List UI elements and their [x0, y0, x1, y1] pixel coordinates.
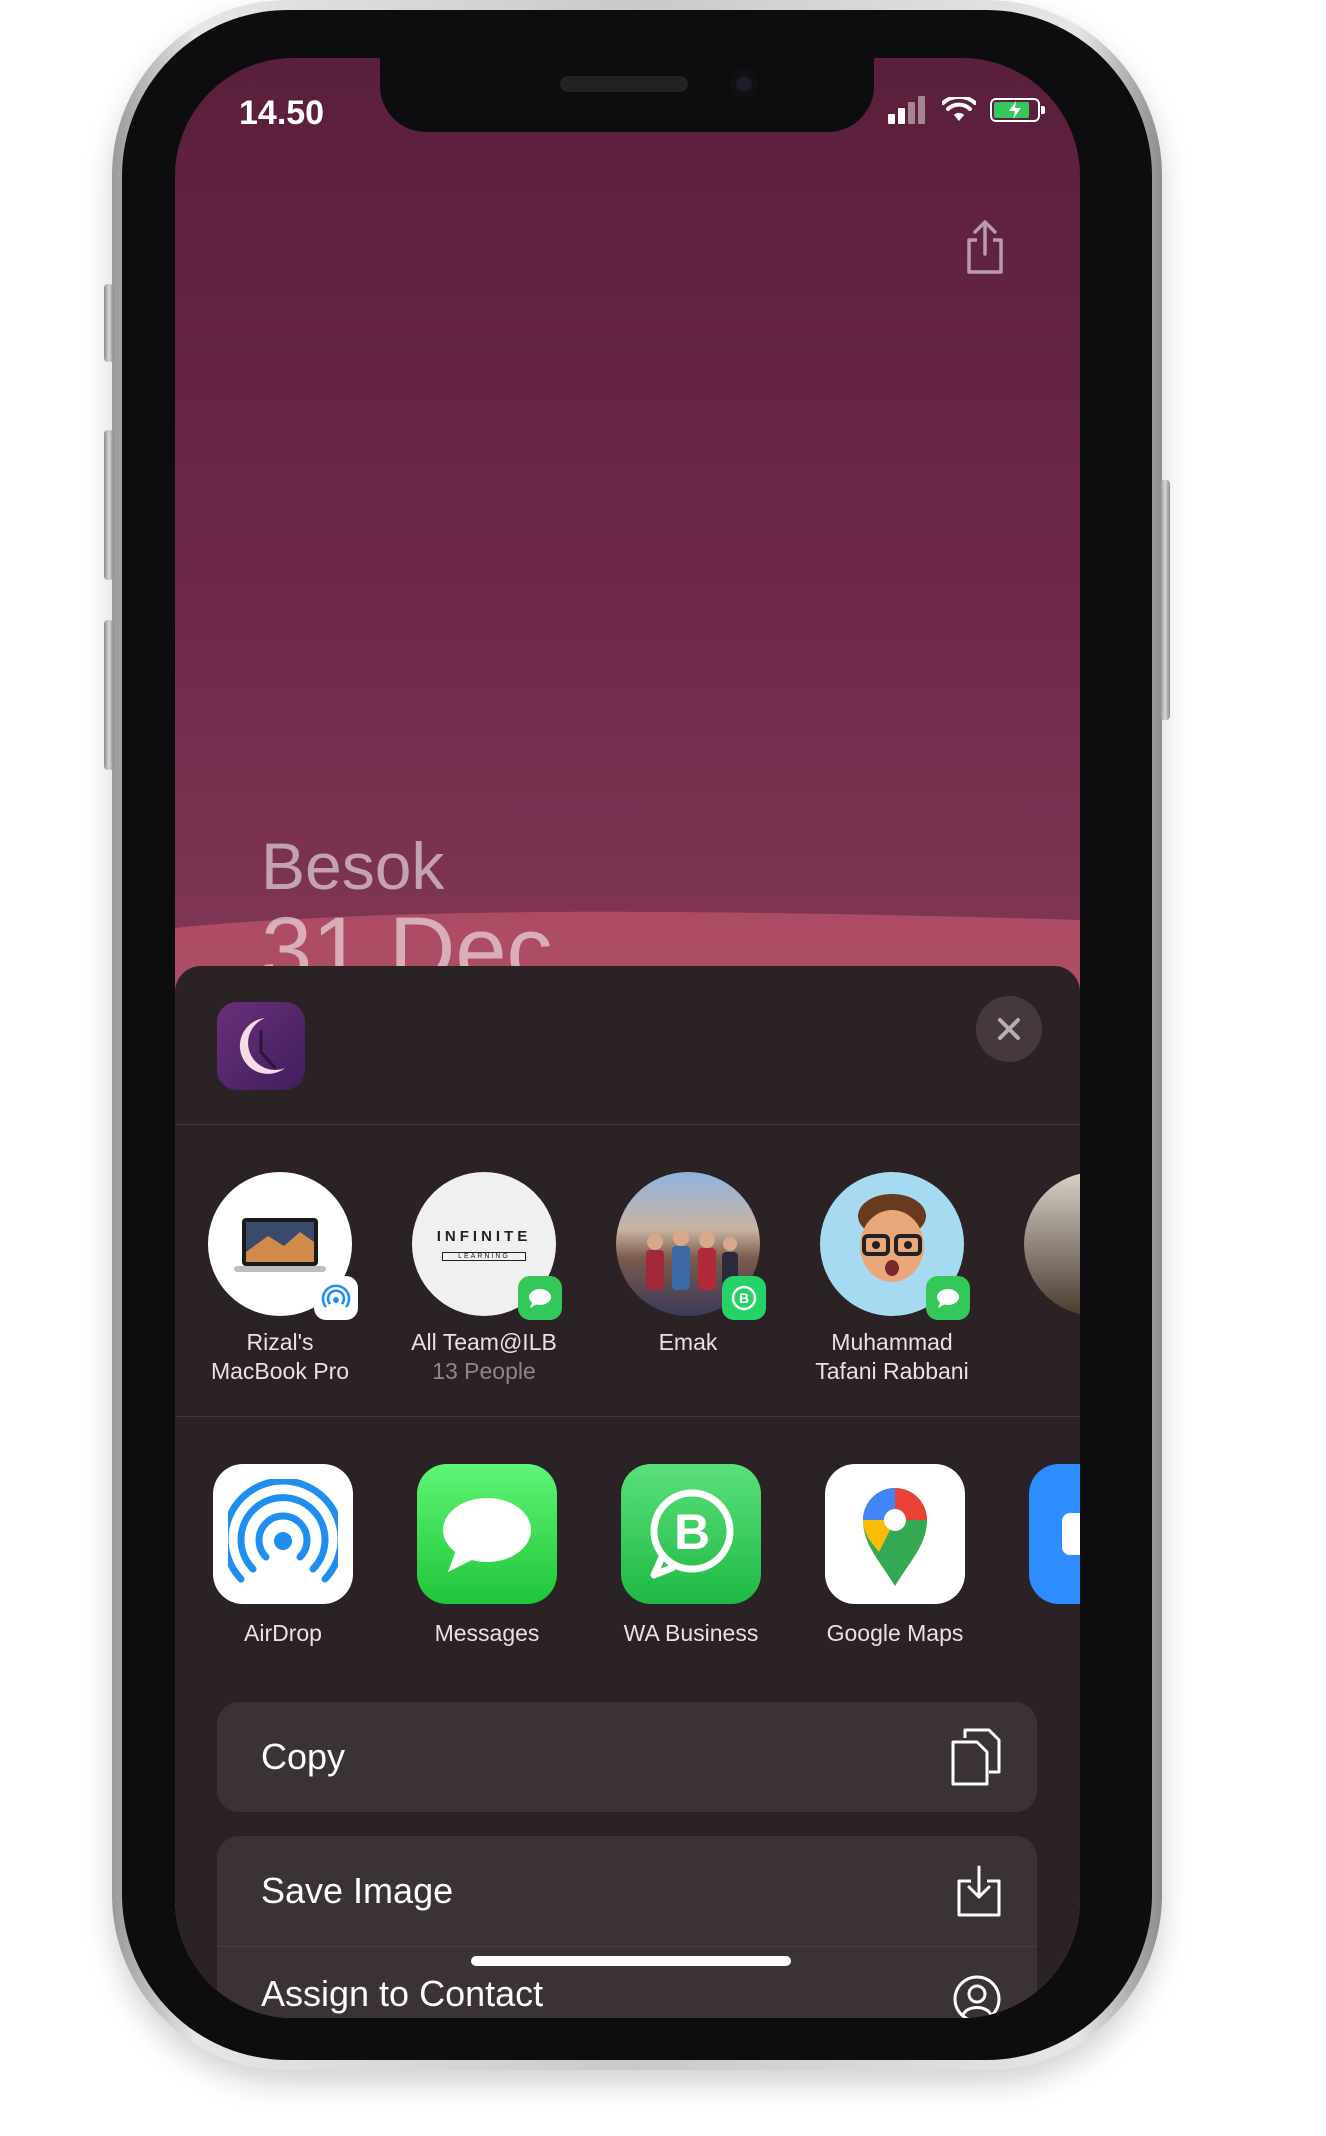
- volume-up-button: [104, 430, 114, 580]
- power-button: [1160, 480, 1170, 720]
- silent-switch: [104, 284, 114, 362]
- share-icon[interactable]: [964, 218, 1006, 276]
- action-label: Save Image: [261, 1870, 454, 1911]
- zoom-icon: [1029, 1464, 1080, 1604]
- share-sheet: Rizal's MacBook Pro INFINITE LEARNING Al…: [175, 966, 1080, 2018]
- wa-business-icon: B: [621, 1464, 761, 1604]
- app-label: Messages: [434, 1620, 540, 1646]
- person-name: Muhammad: [831, 1329, 953, 1355]
- app-label: WA Business: [623, 1620, 759, 1646]
- app-google-maps[interactable]: Google Maps: [805, 1464, 985, 1647]
- person-item-all-team[interactable]: INFINITE LEARNING All Team@ILB 13 People: [389, 1172, 579, 1386]
- airdrop-badge-icon: [314, 1276, 358, 1320]
- app-thumbnail: [217, 1002, 305, 1090]
- front-camera: [730, 70, 758, 98]
- share-apps-row: AirDrop Messages B WA Business Google Ma…: [175, 1416, 1080, 1656]
- copy-icon: [951, 1728, 1001, 1786]
- messages-badge-icon: [518, 1276, 562, 1320]
- person-name: R: [1001, 1328, 1080, 1357]
- app-messages[interactable]: Messages: [397, 1464, 577, 1647]
- save-image-action[interactable]: Save Image: [217, 1836, 1037, 1946]
- app-airdrop[interactable]: AirDrop: [193, 1464, 373, 1647]
- avatar-text-bottom: LEARNING: [442, 1252, 526, 1261]
- earpiece-speaker: [560, 76, 688, 92]
- phone-screen: 14.50 Besok 31 Dec Rizal's MacBook Pro I…: [175, 58, 1080, 2018]
- person-item-muhammad[interactable]: Muhammad Tafani Rabbani: [797, 1172, 987, 1386]
- battery-icon: [990, 98, 1045, 122]
- avatar: B: [616, 1172, 766, 1320]
- app-label: Google Maps: [826, 1620, 964, 1646]
- app-label: Z: [1009, 1620, 1080, 1647]
- person-name: Emak: [658, 1329, 718, 1355]
- wallpaper-day-label: Besok: [261, 829, 445, 903]
- share-people-row: Rizal's MacBook Pro INFINITE LEARNING Al…: [175, 1124, 1080, 1417]
- messages-icon: [417, 1464, 557, 1604]
- wifi-icon: [942, 97, 976, 121]
- action-label: Assign to Contact: [261, 1973, 544, 2014]
- contact-icon: [953, 1975, 1001, 2018]
- status-time: 14.50: [239, 94, 325, 132]
- share-sheet-header: [175, 966, 1080, 1125]
- app-wa-business[interactable]: B WA Business: [601, 1464, 781, 1647]
- messages-badge-icon: [926, 1276, 970, 1320]
- person-name-line2: A: [1001, 1357, 1080, 1386]
- wa-business-badge-icon: B: [722, 1276, 766, 1320]
- airdrop-icon: [213, 1464, 353, 1604]
- person-item-partial[interactable]: R A: [1001, 1172, 1080, 1386]
- person-item-emak[interactable]: B Emak: [593, 1172, 783, 1357]
- person-item-macbook[interactable]: Rizal's MacBook Pro: [185, 1172, 375, 1386]
- signal-icon: [888, 96, 928, 124]
- google-maps-icon: [825, 1464, 965, 1604]
- person-name: All Team@ILB: [411, 1329, 557, 1355]
- moon-clock-icon: [239, 1018, 285, 1074]
- notch: [380, 58, 874, 132]
- close-button[interactable]: [976, 996, 1042, 1062]
- avatar: [1024, 1172, 1080, 1316]
- person-name: Rizal's: [246, 1329, 314, 1355]
- svg-text:B: B: [739, 1290, 749, 1306]
- save-image-icon: [957, 1865, 1001, 1917]
- close-icon: [998, 1018, 1020, 1040]
- copy-action[interactable]: Copy: [217, 1702, 1037, 1812]
- person-name-line2: Tafani Rabbani: [815, 1358, 969, 1384]
- home-indicator[interactable]: [471, 1956, 791, 1966]
- avatar: INFINITE LEARNING: [412, 1172, 562, 1320]
- app-label: AirDrop: [244, 1620, 322, 1646]
- avatar: [208, 1172, 358, 1320]
- avatar: [820, 1172, 970, 1320]
- avatar-text-top: INFINITE: [436, 1228, 532, 1245]
- action-label: Copy: [261, 1736, 346, 1777]
- volume-down-button: [104, 620, 114, 770]
- app-partial[interactable]: Z: [1009, 1464, 1080, 1647]
- status-icons: [888, 96, 1045, 124]
- wa-business-letter: B: [674, 1504, 710, 1560]
- person-subtitle: 13 People: [432, 1358, 536, 1384]
- person-name-line2: MacBook Pro: [210, 1358, 350, 1384]
